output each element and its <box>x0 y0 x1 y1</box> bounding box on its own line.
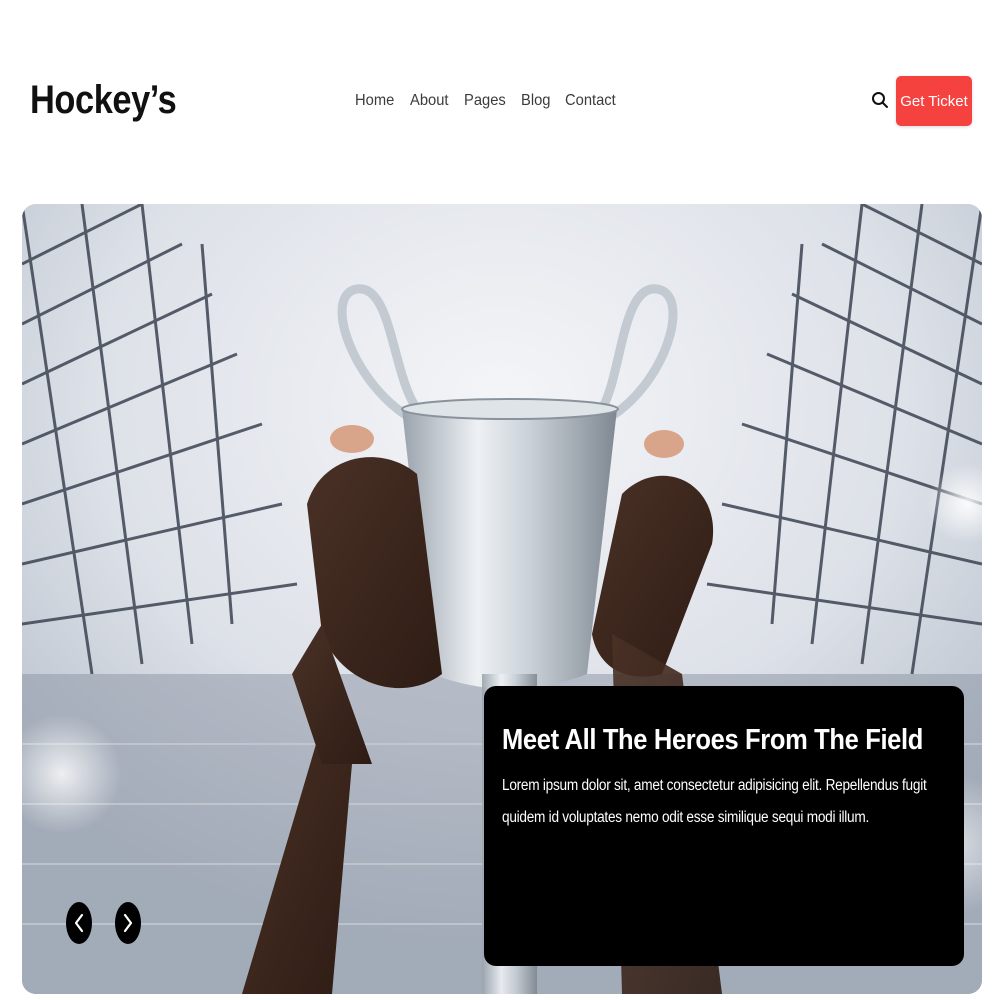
nav-link-home[interactable]: Home <box>355 90 394 112</box>
chevron-right-icon <box>123 913 133 933</box>
hero-slider: Meet All The Heroes From The Field Lorem… <box>22 204 982 994</box>
slider-next-button[interactable] <box>115 902 141 944</box>
nav-link-about[interactable]: About <box>410 90 448 112</box>
hero-description: Lorem ipsum dolor sit, amet consectetur … <box>502 777 927 826</box>
site-header: Hockey’s Home About Pages Blog Contact G… <box>0 0 1000 200</box>
search-button[interactable] <box>868 88 892 112</box>
slider-prev-button[interactable] <box>66 902 92 944</box>
main-nav: Home About Pages Blog Contact <box>355 90 620 112</box>
hero-caption-card: Meet All The Heroes From The Field Lorem… <box>484 686 964 966</box>
nav-link-blog[interactable]: Blog <box>521 90 550 112</box>
chevron-left-icon <box>74 913 84 933</box>
page: Hockey’s Home About Pages Blog Contact G… <box>0 0 1000 1000</box>
get-ticket-button[interactable]: Get Ticket <box>896 76 972 126</box>
hero-title: Meet All The Heroes From The Field <box>502 724 924 756</box>
nav-link-contact[interactable]: Contact <box>565 90 616 112</box>
site-logo[interactable]: Hockey’s <box>30 74 177 126</box>
nav-link-pages[interactable]: Pages <box>464 90 506 112</box>
search-icon <box>872 92 888 108</box>
